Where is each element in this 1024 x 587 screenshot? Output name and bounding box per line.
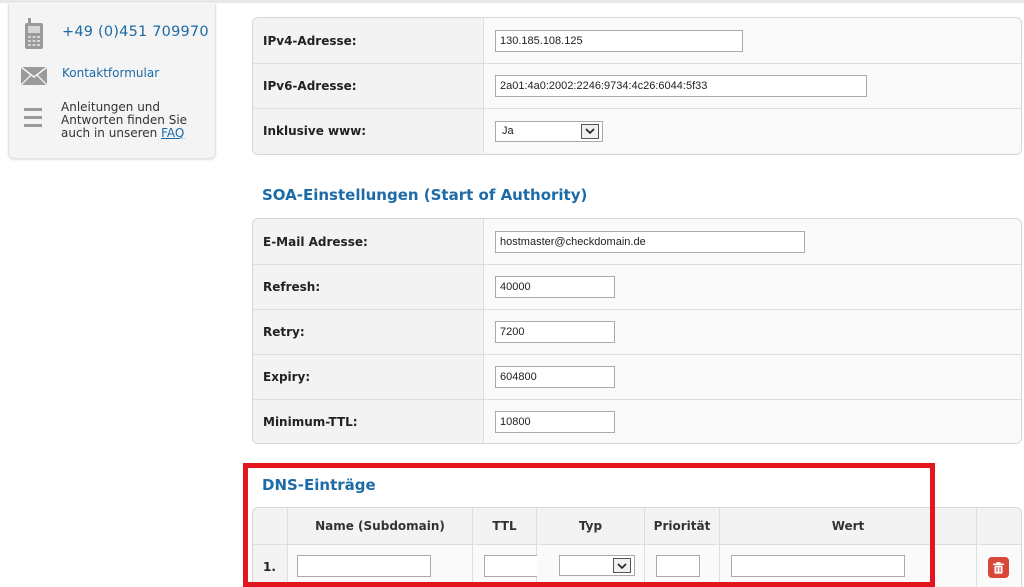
refresh-label: Refresh:	[253, 265, 484, 309]
www-label: Inklusive www:	[253, 109, 484, 153]
refresh-input[interactable]: 40000	[495, 276, 615, 298]
ipv6-label: IPv6-Adresse:	[253, 64, 484, 108]
www-select[interactable]: Ja	[495, 120, 603, 142]
minimum-ttl-label: Minimum-TTL:	[253, 400, 484, 443]
contact-box: +49 (0)451 709970 Kontaktformular Anleit…	[8, 4, 216, 159]
ipv6-input[interactable]: 2a01:4a0:2002:2246:9734:4c26:6044:5f33	[495, 75, 867, 97]
phone-number[interactable]: +49 (0)451 709970	[62, 24, 209, 40]
highlight-frame	[243, 463, 935, 587]
faq-link[interactable]: FAQ	[161, 126, 184, 140]
retry-row: Retry: 7200	[253, 309, 1021, 354]
chevron-down-icon[interactable]	[581, 123, 599, 139]
list-icon	[24, 108, 42, 127]
email-row: E-Mail Adresse: hostmaster@checkdomain.d…	[253, 219, 1021, 264]
envelope-icon	[21, 67, 47, 85]
ipv4-label: IPv4-Adresse:	[253, 18, 484, 63]
ipv4-input[interactable]: 130.185.108.125	[495, 29, 743, 52]
ip-settings-panel: IPv4-Adresse: 130.185.108.125 IPv6-Adres…	[252, 17, 1022, 155]
retry-input[interactable]: 7200	[495, 321, 615, 343]
faq-hint: Anleitungen und Antworten finden Sie auc…	[61, 100, 188, 140]
ipv6-row: IPv6-Adresse: 2a01:4a0:2002:2246:9734:4c…	[253, 63, 1021, 108]
email-input[interactable]: hostmaster@checkdomain.de	[495, 230, 805, 253]
expiry-input[interactable]: 604800	[495, 366, 615, 388]
delete-row-button[interactable]	[988, 557, 1009, 578]
trash-icon	[993, 561, 1004, 574]
www-row: Inklusive www: Ja	[253, 108, 1021, 153]
soa-panel: E-Mail Adresse: hostmaster@checkdomain.d…	[252, 218, 1022, 444]
minimum-ttl-row: Minimum-TTL: 10800	[253, 399, 1021, 443]
top-divider	[0, 0, 1024, 3]
expiry-row: Expiry: 604800	[253, 354, 1021, 399]
table-header-actions	[977, 508, 1021, 544]
phone-icon	[25, 18, 43, 49]
ipv4-row: IPv4-Adresse: 130.185.108.125	[253, 18, 1021, 63]
soa-title: SOA-Einstellungen (Start of Authority)	[262, 186, 588, 204]
contact-form-link[interactable]: Kontaktformular	[62, 66, 159, 80]
refresh-row: Refresh: 40000	[253, 264, 1021, 309]
www-select-value: Ja	[502, 125, 514, 137]
minimum-ttl-input[interactable]: 10800	[495, 411, 615, 433]
email-label: E-Mail Adresse:	[253, 219, 484, 264]
retry-label: Retry:	[253, 310, 484, 354]
expiry-label: Expiry:	[253, 355, 484, 399]
